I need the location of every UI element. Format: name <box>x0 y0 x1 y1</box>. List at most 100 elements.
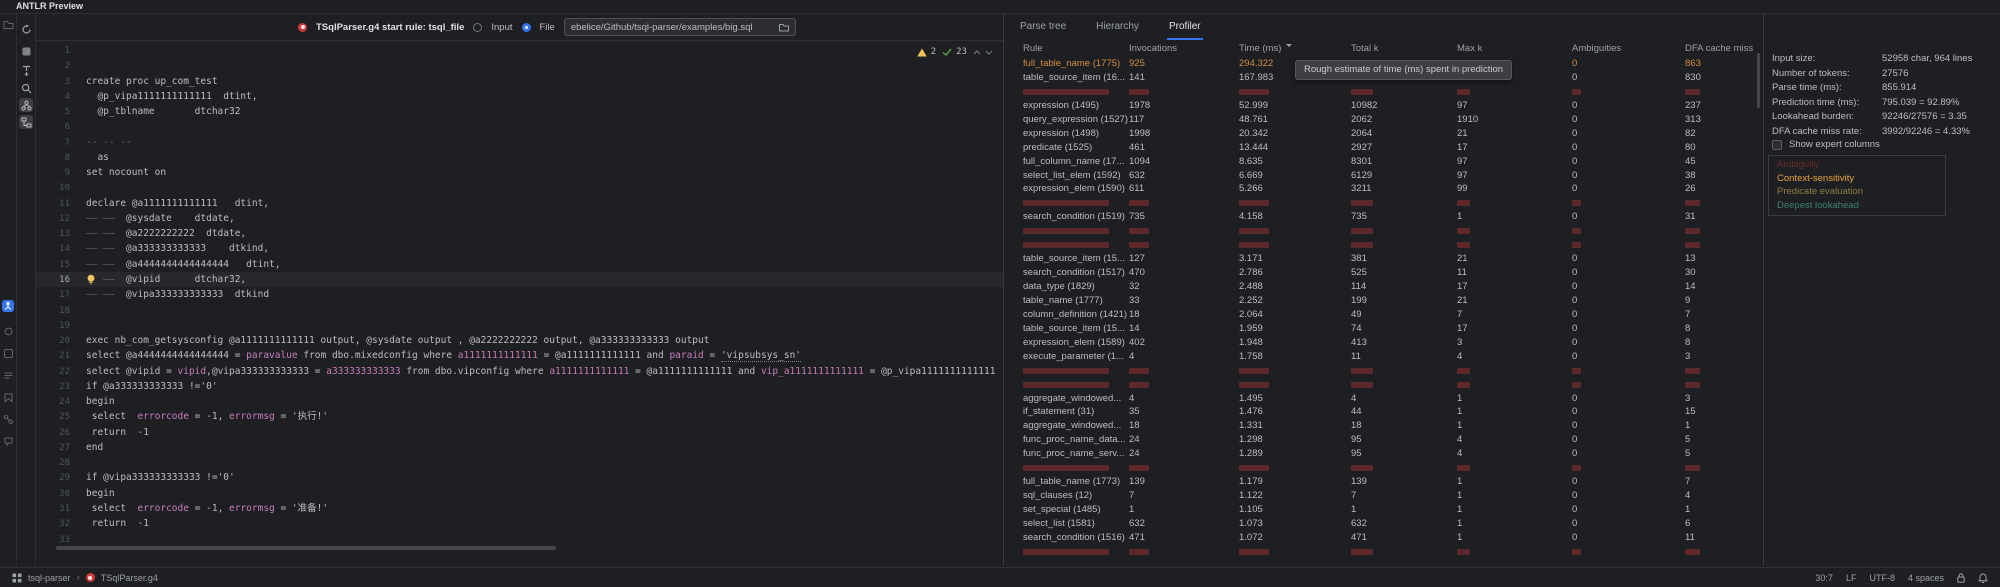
table-row[interactable]: func_proc_name_data...241.29895405 <box>1004 433 1763 447</box>
table-row[interactable]: predicate (1525)46113.444292717080 <box>1004 141 1763 155</box>
table-row[interactable]: if_statement (31)351.476441015 <box>1004 405 1763 419</box>
column-header[interactable]: Time (ms) <box>1239 40 1351 57</box>
table-row[interactable] <box>1004 238 1763 252</box>
table-row[interactable]: column_definition (1421)182.06449707 <box>1004 308 1763 322</box>
code-line[interactable]: 11declare @a1111111111111 dtint, <box>36 196 1003 211</box>
antlr-preview-tool-icon[interactable] <box>2 300 14 312</box>
code-line[interactable]: 12—— —— @sysdate dtdate, <box>36 211 1003 226</box>
code-line[interactable]: 8 as <box>36 150 1003 165</box>
table-row[interactable] <box>1004 224 1763 238</box>
search-icon[interactable] <box>19 81 33 95</box>
show-expert-columns-row[interactable]: Show expert columns <box>1772 139 1880 150</box>
code-line[interactable]: 31 select errorcode = -1, errormsg = '准备… <box>36 501 1003 516</box>
show-expert-columns-label[interactable]: Show expert columns <box>1789 139 1880 150</box>
table-row[interactable]: table_source_item (15...1273.17138121013 <box>1004 252 1763 266</box>
column-header[interactable]: Total k <box>1351 40 1457 57</box>
inspection-widget[interactable]: 2 23 <box>917 47 993 57</box>
notifications-bell-icon[interactable] <box>1978 573 1988 583</box>
code-line[interactable]: 5 @p_tblname dtchar32 <box>36 104 1003 119</box>
code-line[interactable]: 13—— —— @a2222222222 dtdate, <box>36 226 1003 241</box>
structure-tree-icon[interactable] <box>19 115 33 129</box>
code-line[interactable]: 19 <box>36 318 1003 333</box>
input-radio-label[interactable]: Input <box>491 22 512 33</box>
table-row[interactable]: full_column_name (17...10948.63583019704… <box>1004 155 1763 169</box>
table-row[interactable]: expression (1498)199820.342206421082 <box>1004 127 1763 141</box>
table-row[interactable] <box>1004 364 1763 378</box>
refresh-icon[interactable] <box>19 22 33 36</box>
caret-position[interactable]: 30:7 <box>1815 573 1833 583</box>
breadcrumb-project[interactable]: tsql-parser <box>28 573 71 583</box>
code-line[interactable]: 23if @a333333333333 !='0' <box>36 379 1003 394</box>
table-row[interactable]: data_type (1829)322.48811417014 <box>1004 280 1763 294</box>
hierarchy-icon[interactable] <box>19 98 33 112</box>
insert-text-icon[interactable] <box>19 64 33 78</box>
tab-profiler[interactable]: Profiler <box>1167 16 1203 40</box>
code-line[interactable]: 32 return -1 <box>36 516 1003 531</box>
code-line[interactable]: 28 <box>36 455 1003 470</box>
table-scrollbar[interactable] <box>1757 53 1760 108</box>
prev-issue-icon[interactable] <box>973 50 981 55</box>
project-tool-icon[interactable] <box>2 18 14 30</box>
code-line[interactable]: 2 <box>36 58 1003 73</box>
tool-window-icon-2[interactable] <box>2 347 14 359</box>
code-line[interactable]: 7-- -- -- <box>36 135 1003 150</box>
table-row[interactable] <box>1004 461 1763 475</box>
table-row[interactable] <box>1004 85 1763 99</box>
tab-parse-tree[interactable]: Parse tree <box>1018 16 1068 40</box>
column-header[interactable]: Invocations <box>1129 40 1239 57</box>
file-radio-label[interactable]: File <box>540 22 555 33</box>
code-line[interactable]: 25 select errorcode = -1, errormsg = '执行… <box>36 409 1003 424</box>
table-row[interactable]: expression_elem (1590)6115.266321199026 <box>1004 182 1763 196</box>
table-row[interactable]: aggregate_windowed...181.33118101 <box>1004 419 1763 433</box>
file-radio[interactable] <box>522 23 531 32</box>
code-line[interactable]: 14—— —— @a333333333333 dtkind, <box>36 241 1003 256</box>
code-line[interactable]: 10 <box>36 180 1003 195</box>
code-line[interactable]: 18 <box>36 303 1003 318</box>
column-header[interactable]: Ambiguities <box>1572 40 1685 57</box>
table-row[interactable]: execute_parameter (1...41.75811403 <box>1004 350 1763 364</box>
project-widget-icon[interactable] <box>12 573 22 583</box>
code-line[interactable]: 29if @vipa333333333333 !='0' <box>36 470 1003 485</box>
table-row[interactable]: search_condition (1516)4711.0724711011 <box>1004 531 1763 545</box>
tool-window-icon-1[interactable] <box>2 325 14 337</box>
code-line[interactable]: 3create proc up_com_test <box>36 74 1003 89</box>
table-row[interactable] <box>1004 545 1763 559</box>
table-row[interactable]: table_name (1777)332.2521992109 <box>1004 294 1763 308</box>
table-row[interactable]: search_condition (1517)4702.78652511030 <box>1004 266 1763 280</box>
table-row[interactable] <box>1004 196 1763 210</box>
table-row[interactable]: select_list_elem (1592)6326.669612997038 <box>1004 169 1763 183</box>
code-line[interactable]: 21select @a4444444444444444 = paravalue … <box>36 348 1003 363</box>
code-line[interactable]: 20exec nb_com_getsysconfig @a11111111111… <box>36 333 1003 348</box>
column-header[interactable]: Rule <box>1023 40 1129 57</box>
table-row[interactable]: set_special (1485)11.1051101 <box>1004 503 1763 517</box>
code-line[interactable]: 15—— —— @a4444444444444444 dtint, <box>36 257 1003 272</box>
code-line[interactable]: 30begin <box>36 486 1003 501</box>
column-header[interactable]: Max k <box>1457 40 1572 57</box>
table-row[interactable] <box>1004 378 1763 392</box>
code-line[interactable]: 17—— —— @vipa333333333333 dtkind <box>36 287 1003 302</box>
horizontal-scrollbar[interactable] <box>56 546 556 550</box>
table-row[interactable]: func_proc_name_serv...241.28995405 <box>1004 447 1763 461</box>
code-line[interactable]: 33 <box>36 532 1003 547</box>
table-row[interactable]: expression (1495)197852.99910982970237 <box>1004 99 1763 113</box>
table-row[interactable]: aggregate_windowed...41.4954103 <box>1004 392 1763 406</box>
tool-window-icon-3[interactable] <box>2 369 14 381</box>
indent-setting[interactable]: 4 spaces <box>1908 573 1944 583</box>
code-line[interactable]: 27end <box>36 440 1003 455</box>
stop-icon[interactable] <box>19 44 33 58</box>
breadcrumb-file[interactable]: TSqlParser.g4 <box>101 573 158 583</box>
code-line[interactable]: 22select @vipid = vipid,@vipa33333333333… <box>36 364 1003 379</box>
folder-icon[interactable] <box>779 23 789 32</box>
input-radio[interactable] <box>473 23 482 32</box>
code-editor[interactable]: 123create proc up_com_test4 @p_vipa11111… <box>36 41 1003 566</box>
table-row[interactable]: select_list (1581)6321.073632106 <box>1004 517 1763 531</box>
code-line[interactable]: 9set nocount on <box>36 165 1003 180</box>
next-issue-icon[interactable] <box>985 50 993 55</box>
tool-window-icon-4[interactable] <box>2 391 14 403</box>
column-header[interactable]: DFA cache miss <box>1685 40 1763 57</box>
intention-bulb-icon[interactable] <box>86 274 96 286</box>
table-row[interactable]: sql_clauses (12)71.1227104 <box>1004 489 1763 503</box>
code-line[interactable]: 6 <box>36 119 1003 134</box>
line-ending[interactable]: LF <box>1846 573 1857 583</box>
table-row[interactable]: search_condition (1519)7354.1587351031 <box>1004 210 1763 224</box>
